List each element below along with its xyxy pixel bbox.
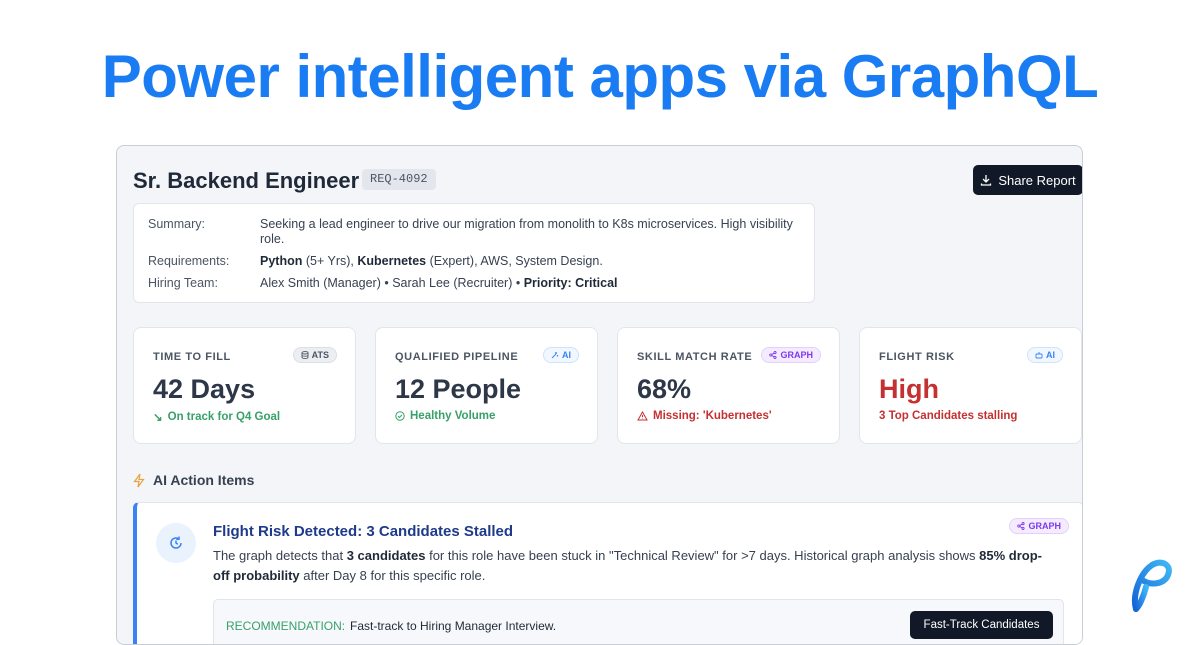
hiring-team-label: Hiring Team: <box>148 276 218 290</box>
metric-label: SKILL MATCH RATE <box>637 351 753 363</box>
requisition-badge: REQ-4092 <box>362 169 436 190</box>
check-circle-icon <box>395 411 405 421</box>
job-title: Sr. Backend Engineer <box>133 168 360 193</box>
brand-logo-icon <box>1132 559 1172 612</box>
metric-card-qualified-pipeline: QUALIFIED PIPELINE AI 12 People Healthy … <box>375 327 598 444</box>
requirements-label: Requirements: <box>148 254 230 268</box>
metric-status: 3 Top Candidates stalling <box>879 410 1018 422</box>
action-icon-wrapper <box>156 523 196 563</box>
source-tag-ai: AI <box>543 347 579 363</box>
hiring-team-value: Alex Smith (Manager) • Sarah Lee (Recrui… <box>260 276 618 290</box>
database-icon <box>301 351 309 359</box>
action-item-card: Flight Risk Detected: 3 Candidates Stall… <box>133 502 1082 644</box>
job-report-panel: Sr. Backend Engineer REQ-4092 Share Repo… <box>116 145 1083 645</box>
metric-label: QUALIFIED PIPELINE <box>395 351 519 363</box>
warning-icon <box>637 411 648 421</box>
trend-down-icon: ↘ <box>153 412 163 424</box>
action-title: Flight Risk Detected: 3 Candidates Stall… <box>213 523 514 540</box>
metric-value: 12 People <box>395 374 522 404</box>
recommendation-text: Fast-track to Hiring Manager Interview. <box>350 619 557 633</box>
summary-label: Summary: <box>148 217 205 231</box>
metric-card-time-to-fill: TIME TO FILL ATS 42 Days ↘ On track for … <box>133 327 356 444</box>
metric-value: High <box>879 374 939 404</box>
summary-row: Summary: Seeking a lead engineer to driv… <box>148 217 800 247</box>
metric-status: Missing: 'Kubernetes' <box>637 410 772 422</box>
metric-status: Healthy Volume <box>395 410 495 422</box>
hero-title: Power intelligent apps via GraphQL <box>101 43 1099 110</box>
graph-nodes-icon <box>769 351 778 359</box>
metric-value: 42 Days <box>153 374 256 404</box>
recommendation-box: RECOMMENDATION: Fast-track to Hiring Man… <box>213 599 1064 644</box>
job-summary-box: Summary: Seeking a lead engineer to driv… <box>133 203 815 303</box>
sparkle-icon <box>551 352 559 359</box>
source-tag-ats: ATS <box>292 347 337 363</box>
ai-action-items-heading: AI Action Items <box>133 472 254 488</box>
metric-label: FLIGHT RISK <box>879 351 955 363</box>
metric-status: ↘ On track for Q4 Goal <box>153 411 281 424</box>
lightning-icon <box>133 473 145 487</box>
robot-icon <box>1035 352 1043 359</box>
source-tag-graph: GRAPH <box>1009 518 1069 534</box>
download-icon <box>981 175 992 186</box>
metric-value: 68% <box>637 374 692 404</box>
source-tag-graph: GRAPH <box>761 347 821 363</box>
metric-card-flight-risk: FLIGHT RISK AI High 3 Top Candidates sta… <box>859 327 1082 444</box>
fast-track-candidates-button[interactable]: Fast-Track Candidates <box>910 611 1053 639</box>
source-tag-ai: AI <box>1027 347 1063 363</box>
metric-label: TIME TO FILL <box>153 351 231 363</box>
graph-nodes-icon <box>1017 522 1026 530</box>
summary-value: Seeking a lead engineer to drive our mig… <box>260 217 793 246</box>
action-description: The graph detects that 3 candidates for … <box>213 548 1042 583</box>
share-report-label: Share Report <box>998 172 1076 188</box>
metric-card-skill-match: SKILL MATCH RATE GRAPH 68% Missing: 'Kub… <box>617 327 840 444</box>
share-report-button[interactable]: Share Report <box>973 165 1082 195</box>
hiring-team-row: Hiring Team: Alex Smith (Manager) • Sara… <box>148 276 800 291</box>
recommendation-label: RECOMMENDATION: <box>226 619 346 633</box>
refresh-clock-icon <box>170 536 182 549</box>
requirements-value: Python (5+ Yrs), Kubernetes (Expert), AW… <box>260 254 603 268</box>
requirements-row: Requirements: Python (5+ Yrs), Kubernete… <box>148 254 800 269</box>
